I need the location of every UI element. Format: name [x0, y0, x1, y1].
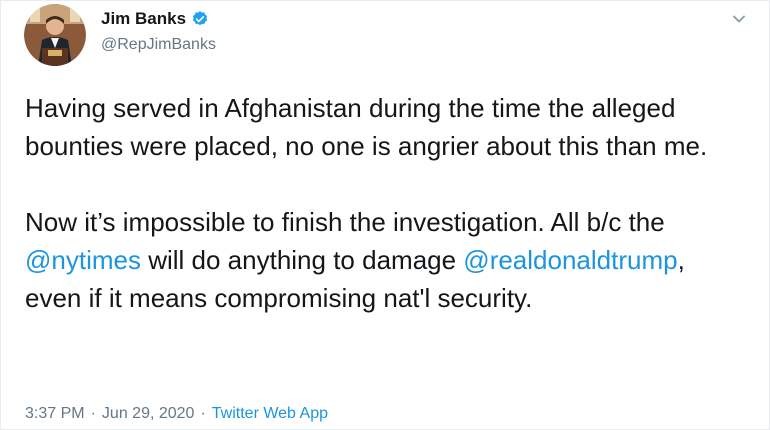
tweet-paragraph-1: Having served in Afghanistan during the …	[25, 93, 708, 161]
separator-dot: ·	[90, 405, 96, 422]
tweet-source-link[interactable]: Twitter Web App	[212, 405, 328, 423]
separator-dot: ·	[200, 405, 206, 422]
verified-badge-icon	[192, 11, 208, 26]
tweet-text-segment: will do anything to damage	[140, 245, 464, 275]
chevron-down-icon[interactable]	[729, 9, 749, 29]
author-name-row[interactable]: Jim Banks	[101, 9, 209, 29]
display-name[interactable]: Jim Banks	[101, 9, 186, 29]
tweet-text-segment: Now it’s impossible to finish the invest…	[25, 207, 665, 237]
tweet-card: Jim Banks @RepJimBanks Having served in …	[0, 0, 770, 430]
tweet-paragraph-2: Now it’s impossible to finish the invest…	[25, 203, 745, 317]
tweet-time[interactable]: 3:37 PM	[25, 405, 85, 423]
mention-link-realdonaldtrump[interactable]: @realdonaldtrump	[463, 245, 677, 275]
mention-link-nytimes[interactable]: @nytimes	[25, 245, 141, 275]
tweet-metadata: 3:37 PM · Jun 29, 2020 · Twitter Web App	[25, 405, 328, 423]
tweet-text: Having served in Afghanistan during the …	[25, 89, 745, 317]
user-handle[interactable]: @RepJimBanks	[101, 36, 216, 54]
tweet-date[interactable]: Jun 29, 2020	[102, 405, 195, 423]
avatar[interactable]	[24, 4, 86, 66]
avatar-portrait-icon	[24, 4, 86, 66]
